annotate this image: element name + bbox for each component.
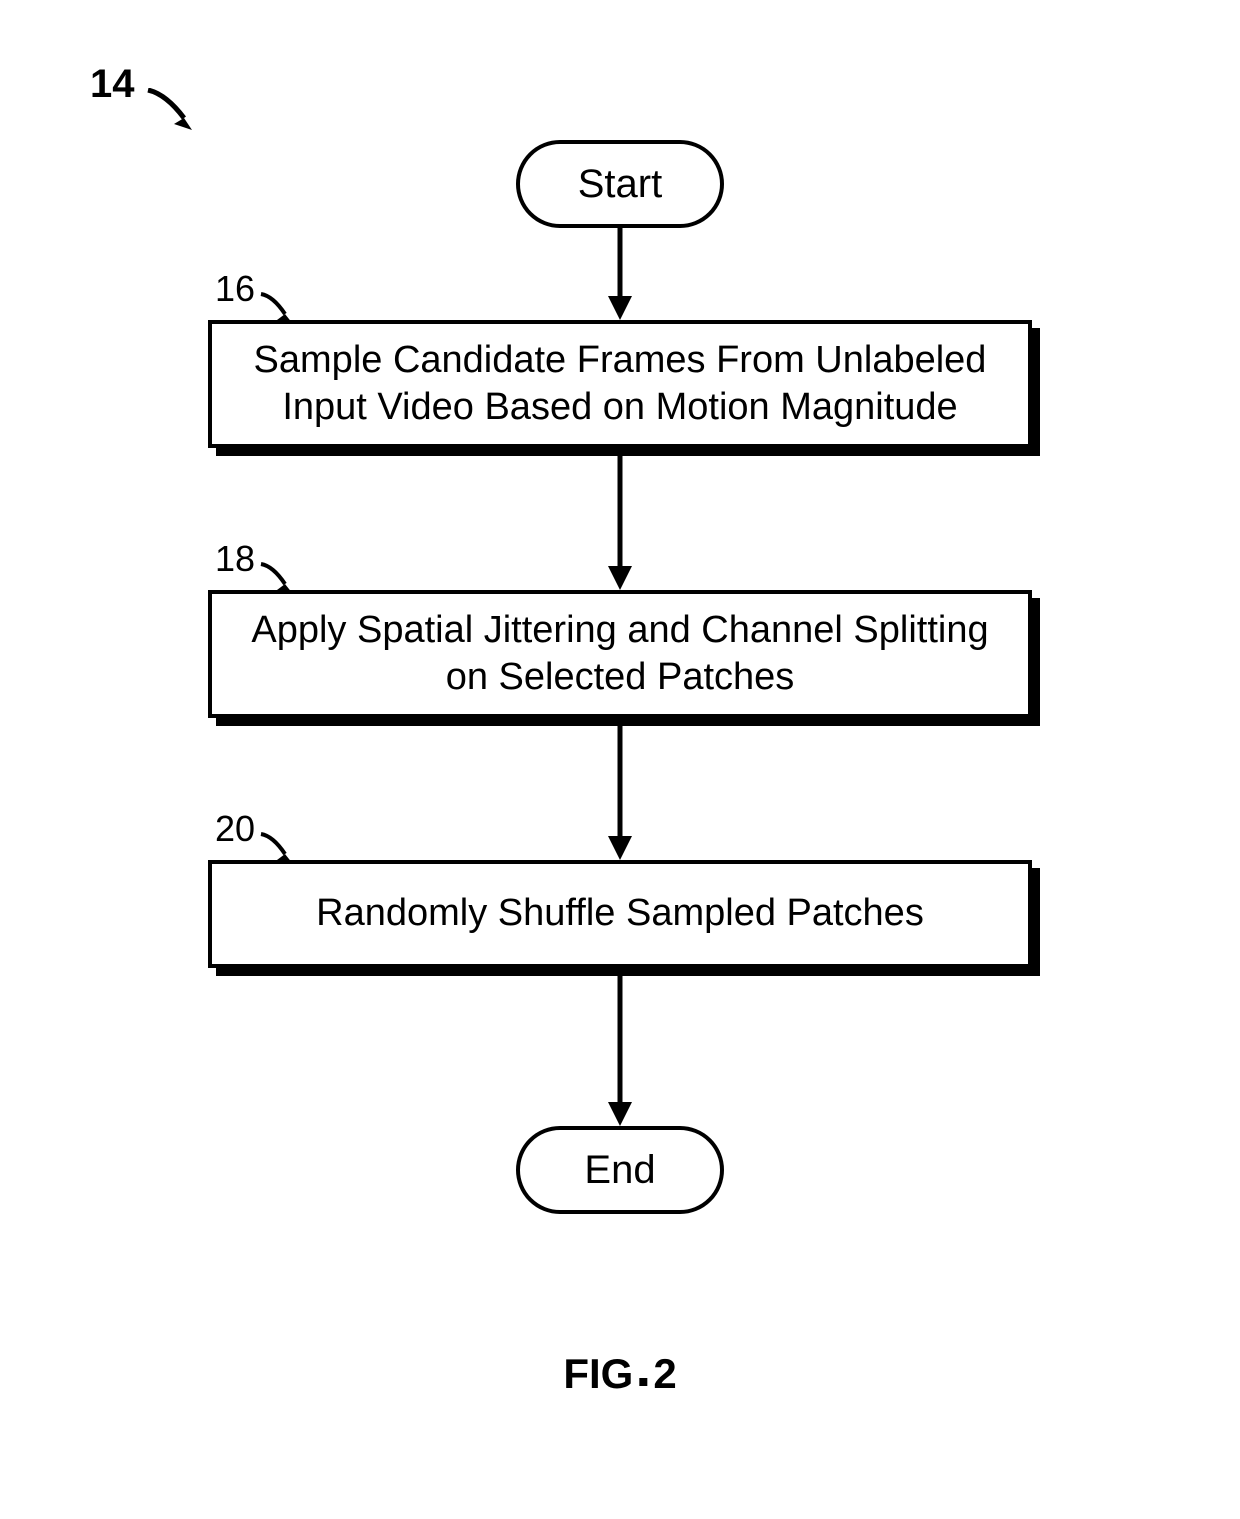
- connector-arrow: [605, 456, 635, 595]
- step-number-text: 18: [215, 538, 255, 579]
- reference-arrow-icon: [146, 88, 206, 138]
- figure-caption: FIG 2: [563, 1350, 676, 1398]
- connector-arrow: [605, 226, 635, 325]
- end-label: End: [584, 1148, 655, 1193]
- process-step-20: Randomly Shuffle Sampled Patches: [208, 860, 1032, 968]
- caption-prefix: FIG: [563, 1350, 633, 1397]
- process-step-16: Sample Candidate Frames From Unlabeled I…: [208, 320, 1032, 448]
- flowchart-canvas: 14 Start 16 Sample Candidate Frames From…: [0, 0, 1240, 1519]
- process-text: Randomly Shuffle Sampled Patches: [316, 890, 924, 938]
- process-text: Apply Spatial Jittering and Channel Spli…: [236, 607, 1004, 702]
- figure-reference-number: 14: [90, 62, 135, 107]
- step-number-text: 20: [215, 808, 255, 849]
- step-number-text: 16: [215, 268, 255, 309]
- step-number-20: 20: [215, 808, 255, 850]
- process-text: Sample Candidate Frames From Unlabeled I…: [236, 337, 1004, 432]
- start-label: Start: [578, 162, 662, 207]
- step-number-16: 16: [215, 268, 255, 310]
- connector-arrow: [605, 976, 635, 1131]
- process-step-18: Apply Spatial Jittering and Channel Spli…: [208, 590, 1032, 718]
- figure-reference-text: 14: [90, 62, 135, 106]
- caption-number: 2: [653, 1350, 676, 1397]
- end-terminator: End: [516, 1126, 724, 1214]
- step-number-18: 18: [215, 538, 255, 580]
- connector-arrow: [605, 726, 635, 865]
- start-terminator: Start: [516, 140, 724, 228]
- caption-dot-icon: [639, 1378, 647, 1386]
